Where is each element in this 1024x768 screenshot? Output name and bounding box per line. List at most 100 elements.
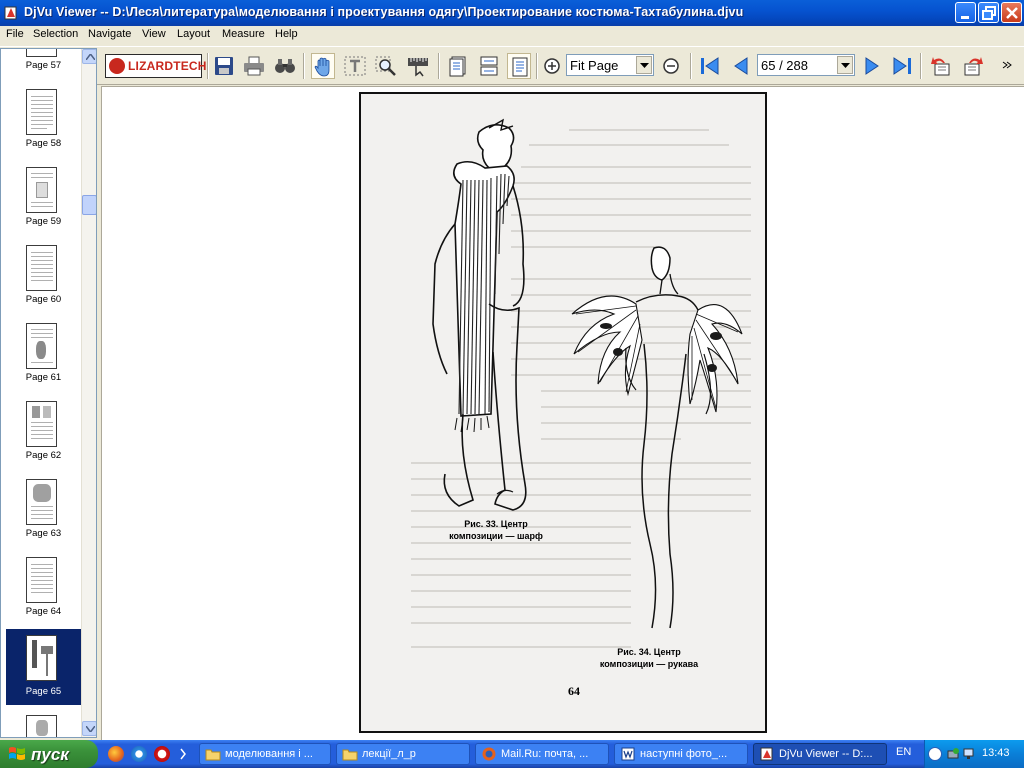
taskbar-task-4[interactable]: наступні фото_... xyxy=(614,743,748,765)
menu-help[interactable]: Help xyxy=(275,28,298,40)
taskbar-task-1[interactable]: моделювання і ... xyxy=(199,743,331,765)
word-icon xyxy=(621,747,635,761)
thumbnail-page-60[interactable]: Page 60 xyxy=(6,243,81,313)
title-bar[interactable]: DjVu Viewer -- D:\Леся\литература\моделю… xyxy=(0,0,1024,26)
opera-quicklaunch-icon[interactable] xyxy=(154,746,170,762)
thumbnail-page-63[interactable]: Page 63 xyxy=(6,477,81,547)
back-button[interactable] xyxy=(929,53,953,79)
figure-34-caption-line-2: композиции — рукава xyxy=(599,659,699,669)
djvu-viewer-window: DjVu Viewer -- D:\Леся\литература\моделю… xyxy=(0,0,1024,740)
thumbnail-page-57[interactable]: Page 57 xyxy=(6,49,81,79)
hand-tool-button[interactable] xyxy=(311,53,335,79)
safely-remove-icon[interactable] xyxy=(946,747,960,761)
task-label: лекції_л_р xyxy=(362,748,416,760)
lizardtech-logo[interactable]: LIZARDTECH xyxy=(105,54,206,78)
tray-expand-icon[interactable] xyxy=(928,747,942,761)
printer-icon xyxy=(244,56,264,76)
menu-navigate[interactable]: Navigate xyxy=(88,28,131,40)
page-dropdown-button[interactable] xyxy=(837,56,853,74)
chevron-right-icon[interactable] xyxy=(180,748,188,760)
thumbnail-label: Page 57 xyxy=(25,60,62,71)
thumbnail-page-58[interactable]: Page 58 xyxy=(6,87,81,157)
continuous-page-button[interactable] xyxy=(477,53,501,79)
firefox-icon xyxy=(482,747,496,761)
thumbnail-page-59[interactable]: Page 59 xyxy=(6,165,81,235)
scroll-down-button[interactable] xyxy=(82,721,96,736)
firefox-quicklaunch-icon[interactable] xyxy=(108,746,124,762)
thumbnail-label: Page 63 xyxy=(25,528,62,539)
document-page[interactable]: Рис. 33. Центр композиции — шарф Рис. 34… xyxy=(359,92,767,733)
previous-page-icon xyxy=(734,57,748,75)
save-icon xyxy=(215,57,233,75)
single-page-button[interactable] xyxy=(446,53,470,79)
previous-page-button[interactable] xyxy=(729,53,753,79)
network-icon[interactable] xyxy=(963,747,977,761)
menu-view[interactable]: View xyxy=(142,28,166,40)
forward-button[interactable] xyxy=(961,53,985,79)
zoom-select[interactable]: Fit Page xyxy=(566,54,654,76)
thumbnail-page-64[interactable]: Page 64 xyxy=(6,555,81,625)
find-button[interactable] xyxy=(273,53,297,79)
taskbar-task-5[interactable]: DjVu Viewer -- D:... xyxy=(753,743,887,765)
thumbnail-page-65[interactable]: Page 65 xyxy=(6,629,81,705)
page-thumbnail-image xyxy=(26,557,57,603)
menu-layout[interactable]: Layout xyxy=(177,28,210,40)
fit-page-icon xyxy=(512,57,528,77)
menu-measure[interactable]: Measure xyxy=(222,28,265,40)
back-arrow-icon xyxy=(931,57,950,76)
page-thumbnail-image xyxy=(26,479,57,525)
language-indicator[interactable]: EN xyxy=(896,746,911,758)
lizard-logo-icon xyxy=(109,58,125,74)
chevron-right-icon xyxy=(1002,61,1012,69)
window-title: DjVu Viewer -- D:\Леся\литература\моделю… xyxy=(24,5,744,19)
print-button[interactable] xyxy=(242,53,266,79)
zoom-out-button[interactable] xyxy=(659,53,683,79)
chevron-down-icon xyxy=(640,63,649,68)
toolbar-separator xyxy=(536,53,538,79)
toolbar-overflow-button[interactable] xyxy=(996,53,1016,79)
menu-file[interactable]: File xyxy=(6,28,24,40)
scarf-figure-illustration xyxy=(432,118,527,511)
page-thumbnail-image xyxy=(26,715,57,737)
maximize-button[interactable] xyxy=(978,2,999,23)
taskbar-task-3[interactable]: Mail.Ru: почта, ... xyxy=(475,743,609,765)
minimize-button[interactable] xyxy=(955,2,976,23)
thumbnail-page-61[interactable]: Page 61 xyxy=(6,321,81,391)
thumbnail-page-66[interactable] xyxy=(6,713,81,737)
figure-33-caption-line-1: Рис. 33. Центр xyxy=(464,519,528,529)
zoom-dropdown-button[interactable] xyxy=(636,56,652,74)
figure-33-caption-line-2: композиции — шарф xyxy=(449,531,543,541)
ruler-tool-button[interactable] xyxy=(406,53,430,79)
zoom-in-icon xyxy=(544,58,560,74)
scroll-up-button[interactable] xyxy=(82,49,96,64)
binoculars-icon xyxy=(275,59,295,73)
task-label: DjVu Viewer -- D:... xyxy=(779,748,873,760)
page-thumbnail-image xyxy=(26,245,57,291)
next-page-button[interactable] xyxy=(860,53,884,79)
page-select[interactable]: 65 / 288 xyxy=(757,54,855,76)
zoom-in-button[interactable] xyxy=(540,53,564,79)
scroll-thumb[interactable] xyxy=(82,195,96,215)
menu-selection[interactable]: Selection xyxy=(33,28,78,40)
close-button[interactable] xyxy=(1001,2,1022,23)
zoom-tool-button[interactable] xyxy=(374,53,398,79)
forward-arrow-icon xyxy=(964,57,983,76)
start-button[interactable]: пуск xyxy=(0,740,98,768)
save-button[interactable] xyxy=(212,53,236,79)
internet-explorer-quicklaunch-icon[interactable] xyxy=(131,746,147,762)
taskbar-task-2[interactable]: лекції_л_р xyxy=(336,743,470,765)
figure-33-caption: Рис. 33. Центр композиции — шарф xyxy=(431,518,561,542)
first-page-button[interactable] xyxy=(698,53,722,79)
chevron-down-icon xyxy=(86,726,95,732)
last-page-button[interactable] xyxy=(890,53,914,79)
magnifier-icon xyxy=(375,56,396,76)
text-select-button[interactable] xyxy=(343,53,367,79)
toolbar-separator xyxy=(690,53,692,79)
page-thumbnail-image xyxy=(26,89,57,135)
fit-page-layout-button[interactable] xyxy=(507,53,531,79)
thumbnail-panel: Page 57 Page 58 Page 59 Page 60 Page 61 … xyxy=(0,48,97,738)
taskbar: пуск моделювання і ... лекції_л_р Mail.R… xyxy=(0,740,1024,768)
thumbnail-page-62[interactable]: Page 62 xyxy=(6,399,81,469)
thumbnail-scrollbar[interactable] xyxy=(81,49,96,737)
hand-icon xyxy=(314,57,330,77)
